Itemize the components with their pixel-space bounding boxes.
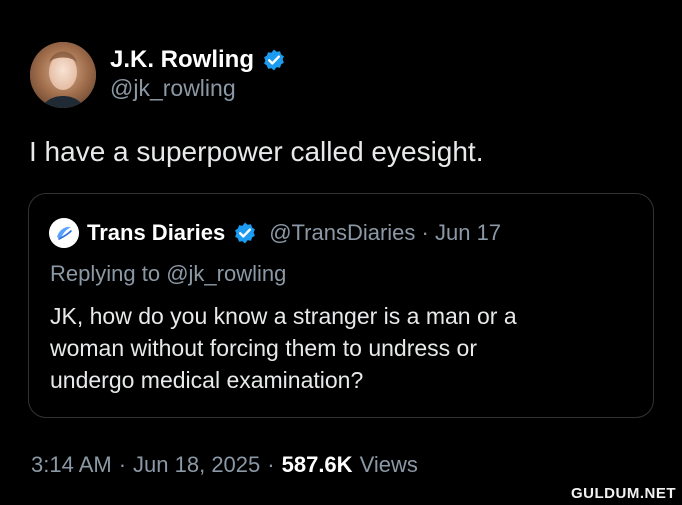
author-name[interactable]: J.K. Rowling xyxy=(110,46,254,73)
replying-to-label: Replying to xyxy=(50,261,161,286)
watermark: GULDUM.NET xyxy=(571,485,676,502)
quoted-tweet-verified-badge-icon xyxy=(233,221,257,245)
views-count: 587.6K xyxy=(281,452,353,477)
separator-dot: · xyxy=(421,220,429,245)
separator-dot: · xyxy=(118,452,127,477)
tweet-text: I have a superpower called eyesight. xyxy=(29,136,484,167)
views-label: Views xyxy=(359,452,418,477)
author-name-row: J.K. Rowling xyxy=(110,46,286,73)
tweet-meta: 3:14 AM · Jun 18, 2025 · 587.6K Views xyxy=(31,452,418,478)
quoted-tweet-author-name[interactable]: Trans Diaries xyxy=(87,220,225,246)
author-handle[interactable]: @jk_rowling xyxy=(110,75,286,103)
quoted-tweet-header: Trans Diaries @TransDiaries · Jun 17 xyxy=(49,218,501,248)
verified-badge-icon xyxy=(262,48,286,72)
tweet-date[interactable]: Jun 18, 2025 xyxy=(133,452,260,478)
replying-to-handle[interactable]: @jk_rowling xyxy=(166,261,286,286)
tweet: J.K. Rowling @jk_rowling I have a superp… xyxy=(0,0,682,505)
quoted-tweet-handle-date: @TransDiaries · Jun 17 xyxy=(269,220,501,246)
quoted-tweet-avatar[interactable] xyxy=(49,218,79,248)
quoted-tweet-date[interactable]: Jun 17 xyxy=(435,220,501,245)
avatar[interactable] xyxy=(30,42,96,108)
quoted-tweet-handle[interactable]: @TransDiaries xyxy=(269,220,415,245)
quoted-tweet-text: JK, how do you know a stranger is a man … xyxy=(50,303,517,393)
author-text: J.K. Rowling @jk_rowling xyxy=(110,46,286,103)
quoted-tweet-card[interactable]: Trans Diaries @TransDiaries · Jun 17 Rep… xyxy=(28,193,654,418)
quoted-tweet-replying-to: Replying to @jk_rowling xyxy=(50,261,286,287)
tweet-time[interactable]: 3:14 AM xyxy=(31,452,112,478)
tweet-author: J.K. Rowling @jk_rowling xyxy=(30,42,286,108)
separator-dot: · xyxy=(267,452,275,477)
